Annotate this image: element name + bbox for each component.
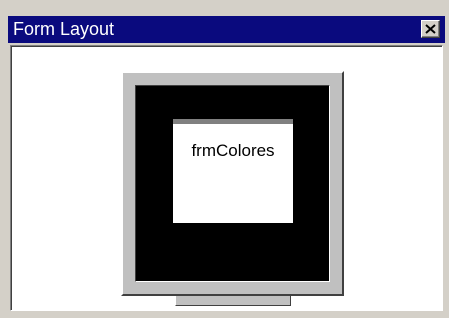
layout-area: frmColores xyxy=(10,45,443,311)
close-icon xyxy=(425,24,436,34)
monitor-stand xyxy=(175,296,291,306)
monitor-screen: frmColores xyxy=(135,85,330,282)
window-title: Form Layout xyxy=(13,19,115,39)
form-preview-titlebar xyxy=(173,119,293,124)
form-preview[interactable]: frmColores xyxy=(173,119,293,223)
close-button[interactable] xyxy=(421,20,440,38)
monitor-frame: frmColores xyxy=(121,71,344,296)
title-bar[interactable]: Form Layout xyxy=(8,16,445,43)
form-preview-name: frmColores xyxy=(191,141,275,160)
form-layout-window: Form Layout frmColores xyxy=(0,0,449,318)
